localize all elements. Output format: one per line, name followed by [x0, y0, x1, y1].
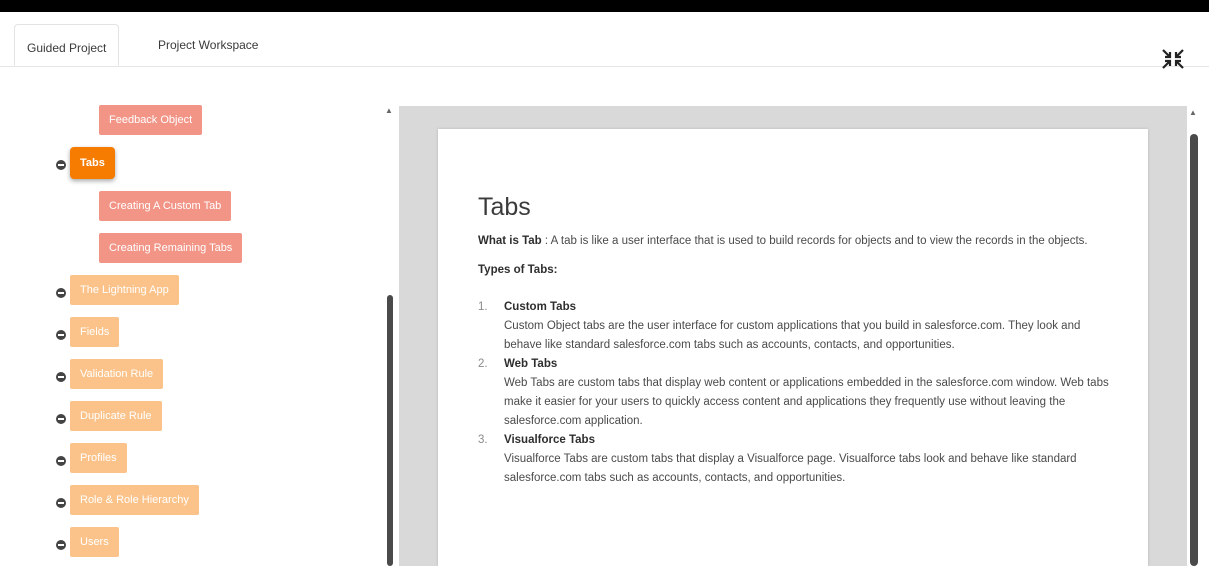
list-item-body: Visualforce Tabs are custom tabs that di…: [504, 453, 1077, 484]
sidebar-item-duplicate-rule[interactable]: Duplicate Rule: [70, 401, 162, 431]
sidebar-item-creating-remaining-tabs[interactable]: Creating Remaining Tabs: [99, 233, 243, 263]
sidebar-item-creating-custom-tab[interactable]: Creating A Custom Tab: [99, 191, 232, 221]
sidebar-item-role-hierarchy[interactable]: Role & Role Hierarchy: [70, 485, 199, 515]
tab-bar: Guided Project Project Workspace: [0, 12, 1209, 69]
page-title: Tabs: [478, 193, 531, 221]
minus-circle-icon[interactable]: [56, 372, 66, 382]
list-item-body: Web Tabs are custom tabs that display we…: [504, 377, 1109, 427]
list-item-body: Custom Object tabs are the user interfac…: [504, 320, 1081, 351]
minus-circle-icon[interactable]: [56, 540, 66, 550]
list-item: 3. Visualforce Tabs Visualforce Tabs are…: [478, 431, 1118, 488]
document-content: Tabs What is Tab : A tab is like a user …: [478, 190, 1118, 488]
sidebar-item-validation-rule[interactable]: Validation Rule: [70, 359, 164, 389]
list-item-title: Visualforce Tabs: [504, 434, 595, 446]
sidebar-item-profiles[interactable]: Profiles: [70, 443, 127, 473]
minus-circle-icon[interactable]: [56, 498, 66, 508]
viewer-scrollbar[interactable]: [1190, 134, 1198, 566]
list-item-title: Custom Tabs: [504, 301, 576, 313]
top-black-bar: [0, 0, 1209, 12]
minus-circle-icon[interactable]: [56, 414, 66, 424]
list-number: 1.: [478, 301, 488, 313]
tab-guided-project[interactable]: Guided Project: [14, 24, 120, 66]
collapse-icon[interactable]: [1160, 47, 1186, 71]
minus-circle-icon[interactable]: [56, 288, 66, 298]
list-number: 3.: [478, 434, 488, 446]
sidebar-item-fields[interactable]: Fields: [70, 317, 120, 347]
list-item-title: Web Tabs: [504, 358, 558, 370]
sidebar-item-lightning-app[interactable]: The Lightning App: [70, 275, 179, 305]
sidebar-scrollbar[interactable]: [387, 295, 393, 566]
sidebar-item-tabs[interactable]: Tabs: [70, 147, 115, 179]
list-item: 1. Custom Tabs Custom Object tabs are th…: [478, 298, 1118, 355]
minus-circle-icon[interactable]: [56, 330, 66, 340]
scroll-up-arrow-icon[interactable]: ▲: [385, 106, 393, 115]
list-number: 2.: [478, 358, 488, 370]
intro-text: : A tab is like a user interface that is…: [544, 235, 1088, 247]
sidebar-item-users[interactable]: Users: [70, 527, 119, 557]
intro-paragraph: What is Tab : A tab is like a user inter…: [478, 232, 1118, 251]
sidebar-item-feedback-object[interactable]: Feedback Object: [99, 105, 203, 135]
intro-term: What is Tab: [478, 235, 542, 247]
minus-circle-icon[interactable]: [56, 160, 66, 170]
minus-circle-icon[interactable]: [56, 456, 66, 466]
scroll-up-arrow-icon[interactable]: ▲: [1189, 108, 1197, 117]
types-heading: Types of Tabs:: [478, 264, 558, 276]
list-item: 2. Web Tabs Web Tabs are custom tabs tha…: [478, 355, 1118, 431]
sidebar: Feedback Object Tabs Creating A Custom T…: [0, 67, 385, 566]
tab-project-workspace[interactable]: Project Workspace: [158, 38, 258, 52]
